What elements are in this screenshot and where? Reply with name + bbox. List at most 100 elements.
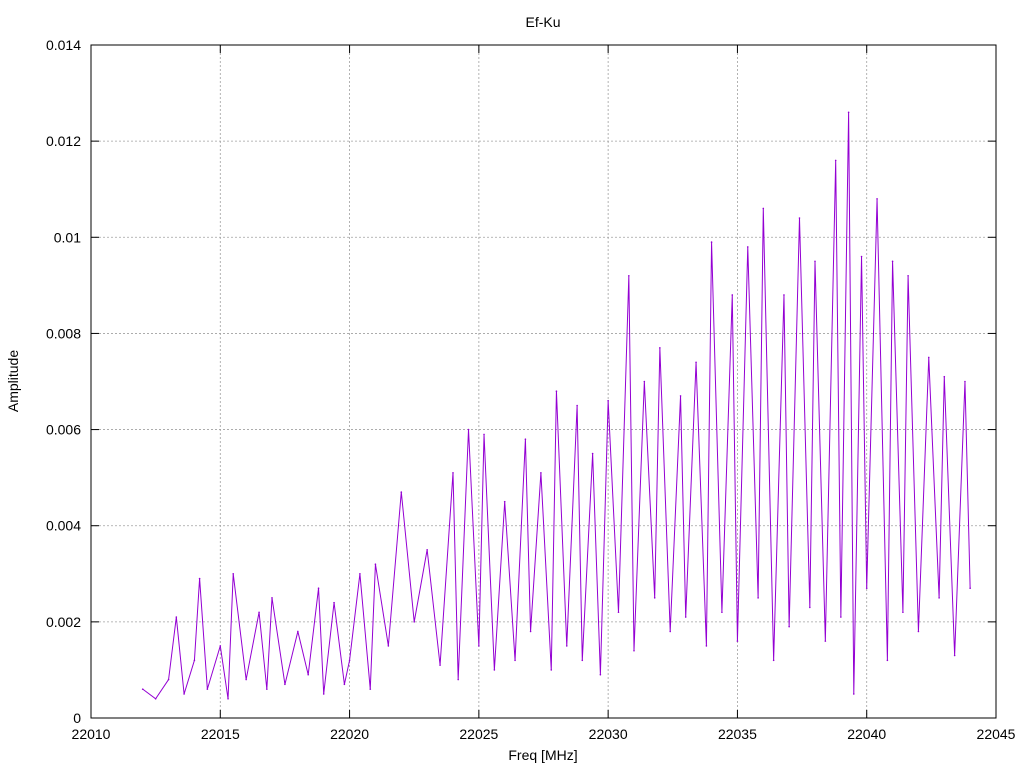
- data-point: [710, 241, 713, 243]
- data-point: [555, 390, 558, 392]
- data-point: [141, 688, 144, 690]
- data-point: [565, 645, 568, 647]
- data-point: [684, 616, 687, 618]
- y-tick-label: 0.014: [46, 37, 81, 53]
- data-point: [938, 597, 940, 599]
- data-point: [322, 693, 325, 695]
- data-point: [659, 347, 661, 349]
- data-point: [193, 659, 196, 662]
- data-point: [175, 616, 178, 618]
- data-point: [333, 601, 335, 604]
- data-point: [400, 491, 403, 493]
- axis-ticks: [90, 44, 997, 719]
- x-tick-label: 22035: [718, 726, 757, 742]
- series-layer: [141, 111, 971, 700]
- data-point: [343, 683, 346, 686]
- data-point: [860, 255, 863, 258]
- data-point: [679, 395, 682, 397]
- data-point: [809, 606, 811, 609]
- data-point: [943, 375, 946, 378]
- plot-frame: [90, 44, 997, 719]
- x-tick-label: 22015: [201, 726, 240, 742]
- data-point: [284, 683, 286, 686]
- data-point: [927, 356, 930, 359]
- x-tick-labels: 22010 22015 22020 22025 22030 22035 22040 22045: [72, 726, 1016, 742]
- data-point: [478, 645, 480, 647]
- data-point: [964, 380, 966, 383]
- data-point: [457, 678, 459, 681]
- data-point: [643, 380, 646, 383]
- data-point: [902, 611, 904, 614]
- x-tick-label: 22010: [72, 726, 111, 742]
- data-point: [840, 616, 842, 618]
- data-point: [731, 294, 734, 296]
- y-tick-label: 0.006: [46, 422, 81, 438]
- data-point: [154, 697, 157, 700]
- data-point: [219, 645, 222, 647]
- x-tick-label: 22020: [330, 726, 369, 742]
- data-point: [524, 438, 527, 440]
- data-point: [348, 659, 351, 662]
- data-point: [426, 548, 428, 551]
- data-point: [439, 664, 441, 666]
- data-point: [705, 645, 708, 647]
- data-point: [374, 563, 377, 565]
- data-point: [369, 688, 372, 690]
- amplitude-chart: Ef-Ku 0 0.002 0.004 0.006 0.008 0.01 0.012 0.01…: [5, 14, 1016, 763]
- data-point: [297, 630, 299, 633]
- data-point: [783, 294, 785, 296]
- data-point: [540, 472, 542, 474]
- data-point: [183, 693, 185, 695]
- data-point: [576, 404, 578, 407]
- data-point: [493, 669, 496, 671]
- data-point: [762, 207, 765, 210]
- data-point: [271, 597, 273, 599]
- x-tick-label: 22040: [847, 726, 886, 742]
- data-point: [834, 159, 837, 162]
- y-tick-labels: 0 0.002 0.004 0.006 0.008 0.01 0.012 0.014: [46, 37, 81, 726]
- data-point: [847, 111, 850, 114]
- data-point: [514, 659, 516, 662]
- data-point: [891, 260, 894, 263]
- data-point: [653, 597, 656, 599]
- data-point: [607, 399, 609, 402]
- data-point: [206, 688, 209, 690]
- data-point: [198, 577, 201, 580]
- data-point: [387, 645, 390, 647]
- data-point: [907, 274, 909, 277]
- data-point: [266, 688, 268, 690]
- data-point: [788, 625, 790, 628]
- data-point: [953, 654, 956, 657]
- data-point: [969, 587, 971, 590]
- chart-title: Ef-Ku: [525, 14, 560, 30]
- y-tick-label: 0.002: [46, 614, 81, 630]
- x-tick-label: 22025: [459, 726, 498, 742]
- data-point: [452, 472, 454, 474]
- data-point: [617, 611, 620, 614]
- data-point: [227, 697, 229, 700]
- data-point: [721, 611, 723, 614]
- data-point: [599, 673, 602, 676]
- data-point: [865, 587, 868, 590]
- data-point: [413, 621, 416, 623]
- data-point: [824, 640, 827, 642]
- series-line: [142, 112, 971, 700]
- grid-lines: [91, 45, 996, 718]
- data-point: [232, 572, 235, 575]
- y-tick-label: 0.012: [46, 133, 81, 149]
- data-point: [483, 433, 485, 436]
- x-tick-label: 22030: [589, 726, 628, 742]
- y-tick-label: 0.004: [46, 518, 81, 534]
- data-point: [798, 217, 801, 219]
- data-point: [359, 572, 361, 575]
- data-point: [876, 198, 878, 200]
- data-point: [669, 630, 671, 633]
- data-point: [757, 597, 759, 599]
- data-point: [852, 693, 855, 695]
- data-point: [591, 452, 594, 455]
- data-point: [746, 246, 749, 248]
- y-tick-label: 0.01: [54, 229, 81, 245]
- y-axis-label: Amplitude: [5, 350, 21, 412]
- data-point: [550, 669, 553, 671]
- data-point: [633, 649, 635, 652]
